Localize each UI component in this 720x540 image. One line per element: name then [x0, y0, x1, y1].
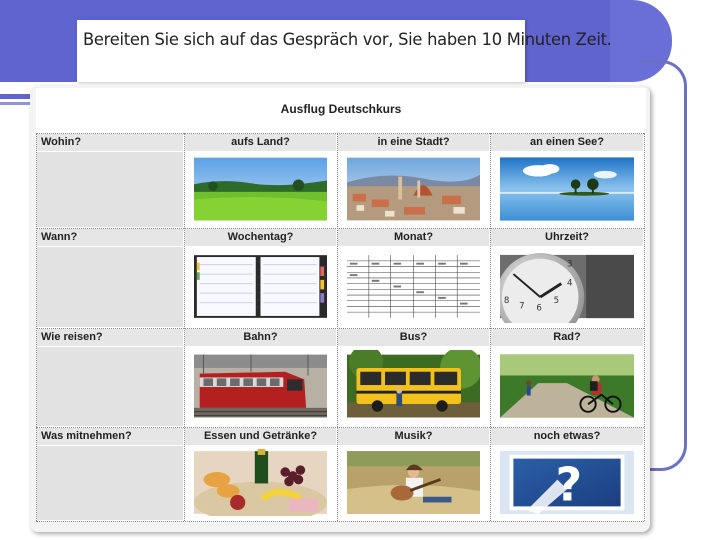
option-label: in eine Stadt? — [338, 134, 489, 151]
option-label: Bahn? — [185, 329, 336, 346]
answer-cell[interactable] — [37, 347, 183, 426]
svg-text:?: ? — [556, 458, 583, 512]
option-label: Rad? — [491, 329, 643, 346]
row-question: Wohin? — [37, 134, 183, 151]
option-label: Wochentag? — [185, 229, 336, 246]
weekday-planner-photo — [194, 250, 327, 323]
row-question: Wann? — [37, 229, 183, 246]
answer-cell[interactable] — [37, 446, 183, 520]
question-mark-sign-photo: ? — [500, 449, 634, 516]
option-label: Uhrzeit? — [491, 229, 643, 246]
option-label: Monat? — [338, 229, 489, 246]
row-question: Wie reisen? — [37, 329, 183, 346]
option-label: Essen und Getränke? — [185, 428, 336, 445]
option-label: an einen See? — [491, 134, 643, 151]
table-grid-line — [644, 133, 645, 521]
answer-cell[interactable] — [37, 247, 183, 327]
instruction-text: Bereiten Sie sich auf das Gespräch vor, … — [83, 30, 612, 50]
svg-text:6: 6 — [536, 303, 541, 313]
bus-photo — [347, 350, 480, 422]
option-label: aufs Land? — [185, 134, 336, 151]
option-label: Musik? — [338, 428, 489, 445]
worksheet-title: Ausflug Deutschkurs — [280, 102, 402, 116]
svg-text:3: 3 — [567, 259, 572, 269]
svg-text:4: 4 — [567, 279, 572, 289]
worksheet: Ausflug Deutschkurs Wohin? aufs Land? in e… — [36, 88, 646, 522]
table-grid-line — [184, 133, 185, 521]
month-calendar-photo — [347, 250, 480, 323]
svg-text:5: 5 — [554, 296, 559, 306]
cyclist-photo — [500, 350, 634, 422]
guitar-music-photo — [347, 449, 480, 516]
lake-photo — [500, 155, 634, 223]
row-question: Was mitnehmen? — [37, 428, 183, 445]
svg-text:7: 7 — [519, 302, 524, 312]
countryside-photo — [194, 155, 327, 223]
svg-text:8: 8 — [504, 296, 509, 306]
table-grid-line — [490, 133, 491, 521]
clock-photo: 3 45 6 78 — [500, 250, 634, 323]
picnic-food-photo — [194, 449, 327, 516]
train-photo — [194, 350, 327, 422]
table-grid-line — [337, 133, 338, 521]
option-label: noch etwas? — [491, 428, 643, 445]
option-label: Bus? — [338, 329, 489, 346]
table-grid-line — [36, 521, 644, 522]
instruction-box: Bereiten Sie sich auf das Gespräch vor, … — [77, 20, 612, 82]
city-photo — [347, 155, 480, 223]
answer-cell[interactable] — [37, 152, 183, 227]
